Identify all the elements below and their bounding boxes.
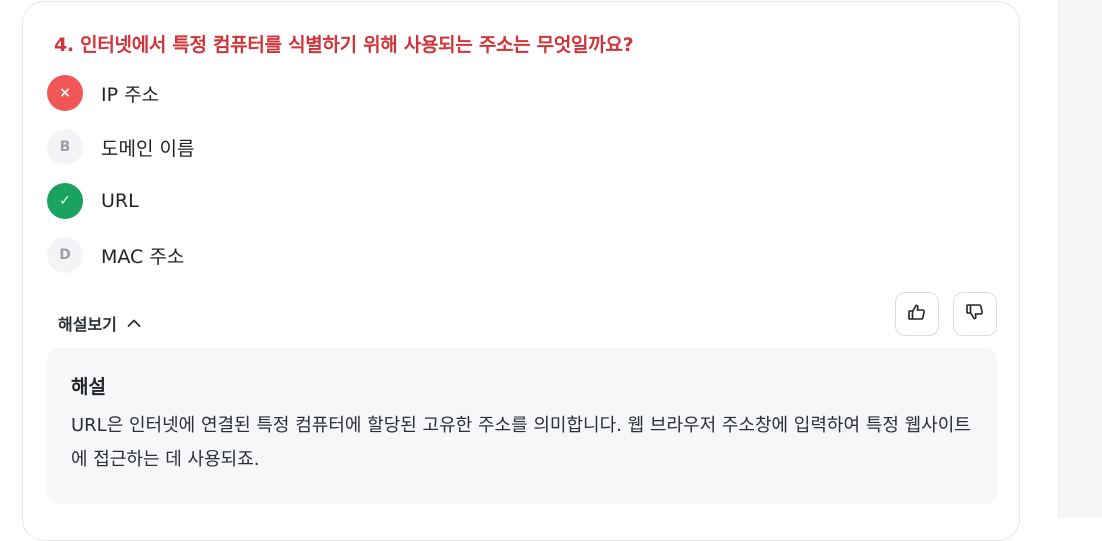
option-letter-badge: B: [47, 129, 83, 165]
option-c[interactable]: ✓ URL: [47, 182, 139, 220]
option-letter-badge: D: [47, 237, 83, 273]
explanation-toggle-label: 해설보기: [58, 315, 117, 334]
option-b[interactable]: B 도메인 이름: [47, 128, 194, 166]
option-d[interactable]: D MAC 주소: [47, 236, 184, 274]
option-label: 도메인 이름: [101, 137, 195, 160]
explanation-text: URL은 인터넷에 연결된 특정 컴퓨터에 할당된 고유한 주소를 의미합니다.…: [71, 415, 971, 470]
show-explanation-toggle[interactable]: 해설보기: [58, 308, 141, 338]
option-label: IP 주소: [101, 83, 160, 106]
thumbs-up-icon: [907, 302, 927, 326]
thumbs-down-icon: [965, 302, 985, 326]
check-icon: ✓: [47, 183, 83, 219]
option-label: URL: [101, 190, 139, 212]
question-title: 4. 인터넷에서 특정 컴퓨터를 식별하기 위해 사용되는 주소는 무엇일까요?: [54, 34, 634, 56]
chevron-up-icon: [127, 318, 141, 328]
option-label: MAC 주소: [101, 245, 185, 268]
dislike-button[interactable]: [953, 292, 997, 336]
option-a[interactable]: × IP 주소: [47, 74, 159, 112]
right-side-panel: [1058, 0, 1102, 518]
explanation-title: 해설: [71, 376, 106, 398]
wrong-answer-icon: ×: [47, 75, 83, 111]
like-button[interactable]: [895, 292, 939, 336]
explanation-panel: 해설 URL은 인터넷에 연결된 특정 컴퓨터에 할당된 고유한 주소를 의미합…: [47, 348, 997, 504]
quiz-question-card: 4. 인터넷에서 특정 컴퓨터를 식별하기 위해 사용되는 주소는 무엇일까요?…: [22, 1, 1020, 541]
